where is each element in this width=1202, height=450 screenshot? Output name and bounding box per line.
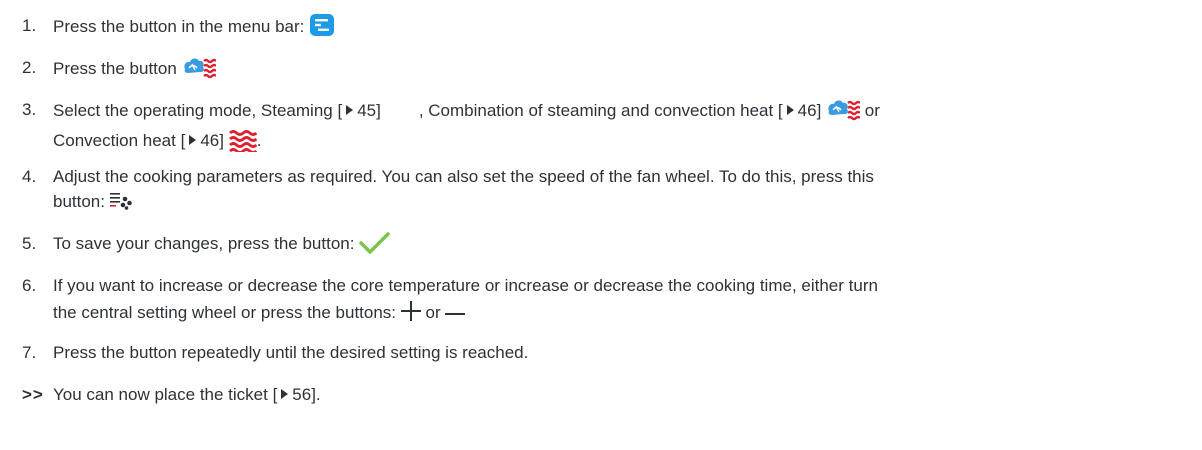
step-text: Adjust the cooking parameters as require…	[53, 167, 874, 186]
step-text: Convection heat [	[53, 131, 186, 150]
result-marker: >>	[22, 385, 44, 404]
step-text: Press the button in the menu bar:	[53, 17, 305, 36]
step-text: the central setting wheel or press the b…	[53, 303, 397, 322]
minus-icon	[445, 298, 466, 323]
step-text: , Combination of steaming and convection…	[418, 101, 783, 120]
step-text: .	[256, 131, 262, 150]
step-number: 7.	[22, 343, 37, 362]
reference-arrow-icon	[786, 105, 794, 115]
result-text: You can now place the ticket [	[53, 385, 278, 404]
reference-arrow-icon	[346, 105, 354, 115]
page-reference-link[interactable]: 46]	[200, 131, 224, 150]
step-text: or	[425, 303, 441, 322]
page-reference-link[interactable]: 45]	[357, 101, 381, 120]
combination-steam-convection-icon	[826, 97, 861, 128]
menu-bar-icon	[309, 13, 335, 44]
convection-heat-icon	[228, 128, 258, 159]
step-number: 1.	[22, 16, 37, 35]
reference-arrow-icon	[281, 389, 289, 399]
page-reference-link[interactable]: 46]	[798, 101, 822, 120]
step-text: button:	[53, 192, 105, 211]
step-text: If you want to increase or decrease the …	[53, 276, 878, 295]
step-text: Press the button repeatedly until the de…	[53, 343, 529, 362]
step-number: 6.	[22, 276, 37, 295]
step-text: To save your changes, press the button:	[53, 234, 355, 253]
step-number: 3.	[22, 100, 37, 119]
plus-icon	[400, 301, 421, 328]
step-text: or	[864, 101, 880, 120]
step-text: Select the operating mode, Steaming [	[53, 101, 343, 120]
page-reference-link[interactable]: 56].	[292, 385, 320, 404]
fan-speed-icon	[109, 192, 132, 217]
step-number: 5.	[22, 234, 37, 253]
checkmark-icon	[359, 231, 391, 262]
reference-arrow-icon	[189, 135, 197, 145]
combination-steam-convection-icon	[182, 55, 217, 86]
step-text: Press the button	[53, 59, 177, 78]
step-number: 4.	[22, 167, 37, 186]
step-number: 2.	[22, 58, 37, 77]
